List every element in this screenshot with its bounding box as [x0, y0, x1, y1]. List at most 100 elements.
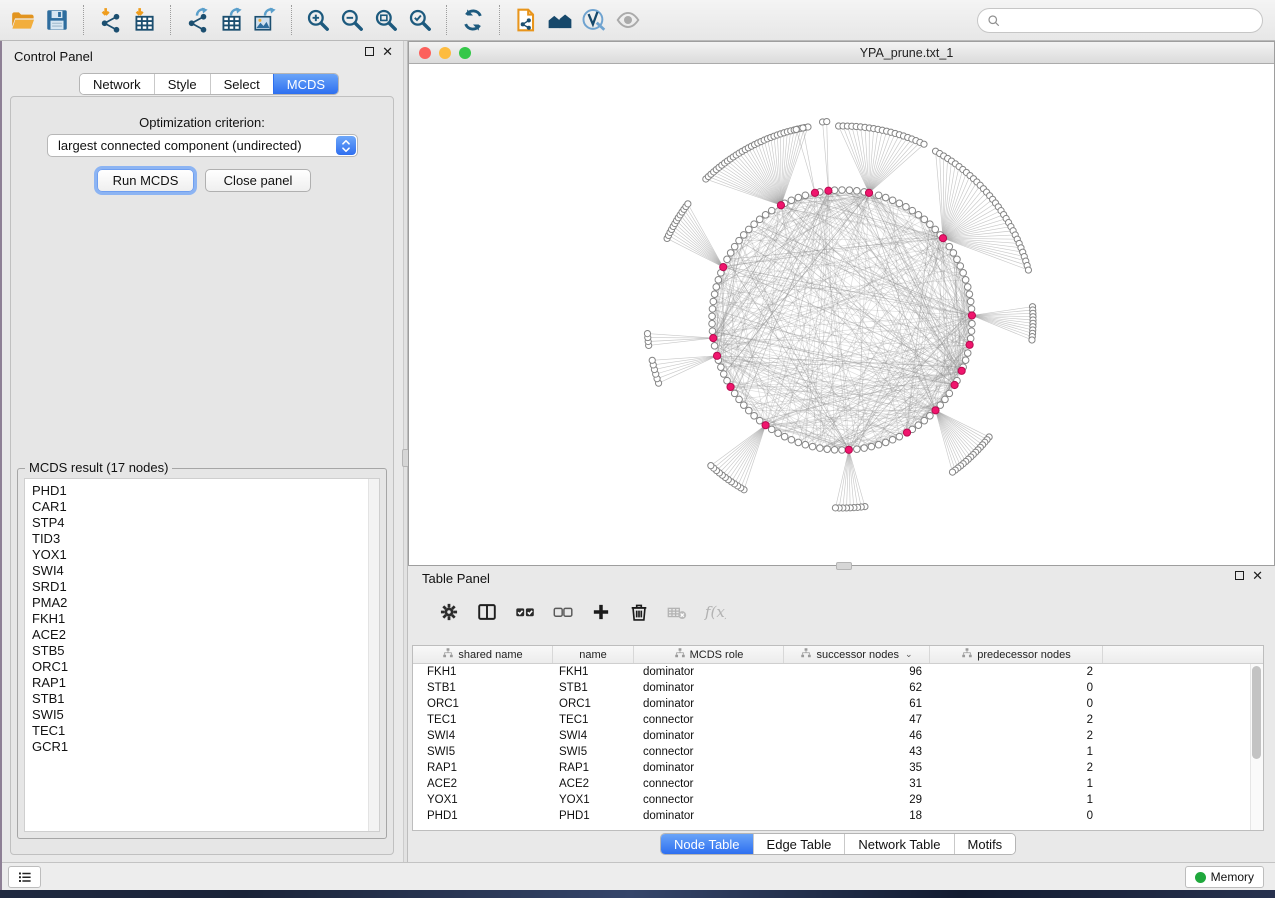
table-row[interactable]: STB1STB1dominator620: [413, 680, 1263, 696]
mcds-result-item[interactable]: PMA2: [32, 595, 379, 611]
list-scrollbar[interactable]: [368, 479, 379, 831]
table-cell: 18: [784, 808, 930, 824]
table-cell: RAP1: [413, 760, 553, 776]
split-panel-icon[interactable]: [468, 598, 506, 626]
table-row[interactable]: FKH1FKH1dominator962: [413, 664, 1263, 680]
column-header-name[interactable]: name: [553, 646, 634, 663]
import-table-icon[interactable]: [127, 4, 161, 36]
mcds-result-item[interactable]: SWI4: [32, 563, 379, 579]
table-cell: 2: [930, 712, 1103, 728]
network-file-icon[interactable]: [509, 4, 543, 36]
memory-button[interactable]: Memory: [1185, 866, 1264, 888]
mcds-result-item[interactable]: STP4: [32, 515, 379, 531]
mcds-result-item[interactable]: STB5: [32, 643, 379, 659]
mcds-result-item[interactable]: TEC1: [32, 723, 379, 739]
sort-chevron-icon[interactable]: ⌄: [905, 649, 913, 660]
mcds-result-item[interactable]: SRD1: [32, 579, 379, 595]
table-row[interactable]: YOX1YOX1connector291: [413, 792, 1263, 808]
mcds-result-item[interactable]: RAP1: [32, 675, 379, 691]
open-file-icon[interactable]: [6, 4, 40, 36]
tab-network-table[interactable]: Network Table: [844, 834, 953, 854]
zoom-fit-icon[interactable]: [369, 4, 403, 36]
column-label: successor nodes: [816, 649, 899, 661]
toolbar-separator: [446, 5, 447, 35]
tab-style[interactable]: Style: [154, 74, 210, 94]
table-row[interactable]: ACE2ACE2connector311: [413, 776, 1263, 792]
mcds-result-item[interactable]: ACE2: [32, 627, 379, 643]
export-network-icon[interactable]: [180, 4, 214, 36]
function-builder-icon: f(x): [696, 598, 734, 626]
tab-network[interactable]: Network: [80, 74, 154, 94]
table-row[interactable]: ORC1ORC1dominator610: [413, 696, 1263, 712]
mcds-result-item[interactable]: SWI5: [32, 707, 379, 723]
table-tabs: Node TableEdge TableNetwork TableMotifs: [660, 833, 1016, 855]
mcds-tab-content: Optimization criterion: largest connecte…: [10, 96, 394, 855]
mcds-result-item[interactable]: ORC1: [32, 659, 379, 675]
save-session-icon[interactable]: [40, 4, 74, 36]
hide-graphics-details-icon[interactable]: [577, 4, 611, 36]
table-cell: 61: [784, 696, 930, 712]
import-network-icon[interactable]: [93, 4, 127, 36]
float-table-panel-icon[interactable]: [1235, 571, 1244, 580]
panel-menu-button[interactable]: [8, 866, 41, 888]
mcds-result-item[interactable]: STB1: [32, 691, 379, 707]
tab-node-table[interactable]: Node Table: [661, 834, 753, 854]
column-header-shared-name[interactable]: shared name: [413, 646, 553, 663]
mcds-result-item[interactable]: CAR1: [32, 499, 379, 515]
table-row[interactable]: PHD1PHD1dominator180: [413, 808, 1263, 824]
float-panel-icon[interactable]: [365, 47, 374, 56]
table-cell: FKH1: [413, 664, 553, 680]
delete-table-icon: [658, 598, 696, 626]
tab-motifs[interactable]: Motifs: [954, 834, 1016, 854]
close-panel-button[interactable]: Close panel: [205, 169, 311, 192]
table-cell: 0: [930, 696, 1103, 712]
search-input[interactable]: [1006, 13, 1254, 28]
mcds-result-item[interactable]: FKH1: [32, 611, 379, 627]
table-scrollbar[interactable]: [1250, 664, 1263, 830]
search-field[interactable]: [977, 8, 1263, 33]
mcds-result-item[interactable]: GCR1: [32, 739, 379, 755]
tab-select[interactable]: Select: [210, 74, 273, 94]
table-row[interactable]: RAP1RAP1dominator352: [413, 760, 1263, 776]
control-panel-title: Control Panel: [14, 49, 93, 64]
close-table-panel-icon[interactable]: ✕: [1252, 571, 1263, 580]
horizontal-splitter-grip[interactable]: [836, 562, 852, 570]
table-settings-gear-icon[interactable]: [430, 598, 468, 626]
delete-column-icon[interactable]: [620, 598, 658, 626]
network-overview-icon[interactable]: [543, 4, 577, 36]
select-all-icon[interactable]: [506, 598, 544, 626]
mcds-result-item[interactable]: PHD1: [32, 483, 379, 499]
zoom-selected-icon[interactable]: [403, 4, 437, 36]
table-cell: PHD1: [553, 808, 634, 824]
shared-column-icon: [800, 647, 812, 662]
scrollbar-thumb[interactable]: [1252, 666, 1261, 759]
export-table-icon[interactable]: [214, 4, 248, 36]
mcds-result-item[interactable]: YOX1: [32, 547, 379, 563]
table-row[interactable]: SWI5SWI5connector431: [413, 744, 1263, 760]
run-mcds-button[interactable]: Run MCDS: [97, 169, 194, 192]
close-panel-icon[interactable]: ✕: [382, 47, 393, 56]
tab-edge-table[interactable]: Edge Table: [753, 834, 845, 854]
table-cell: SWI4: [553, 728, 634, 744]
export-image-icon[interactable]: [248, 4, 282, 36]
table-cell: 46: [784, 728, 930, 744]
table-row[interactable]: TEC1TEC1connector472: [413, 712, 1263, 728]
zoom-out-icon[interactable]: [335, 4, 369, 36]
table-cell: connector: [634, 712, 784, 728]
shared-column-icon: [961, 647, 973, 662]
column-header-predecessor-nodes[interactable]: predecessor nodes: [930, 646, 1103, 663]
add-column-icon[interactable]: [582, 598, 620, 626]
mcds-result-item[interactable]: TID3: [32, 531, 379, 547]
table-cell: 0: [930, 808, 1103, 824]
optimization-criterion-select[interactable]: largest connected component (undirected): [47, 134, 358, 157]
column-header-successor-nodes[interactable]: successor nodes ⌄: [784, 646, 930, 663]
network-canvas[interactable]: [409, 64, 1274, 565]
table-row[interactable]: SWI4SWI4dominator462: [413, 728, 1263, 744]
deselect-all-icon[interactable]: [544, 598, 582, 626]
column-header-MCDS-role[interactable]: MCDS role: [634, 646, 784, 663]
tab-mcds[interactable]: MCDS: [273, 74, 338, 94]
table-cell: 1: [930, 776, 1103, 792]
table-cell: 31: [784, 776, 930, 792]
zoom-in-icon[interactable]: [301, 4, 335, 36]
refresh-icon[interactable]: [456, 4, 490, 36]
